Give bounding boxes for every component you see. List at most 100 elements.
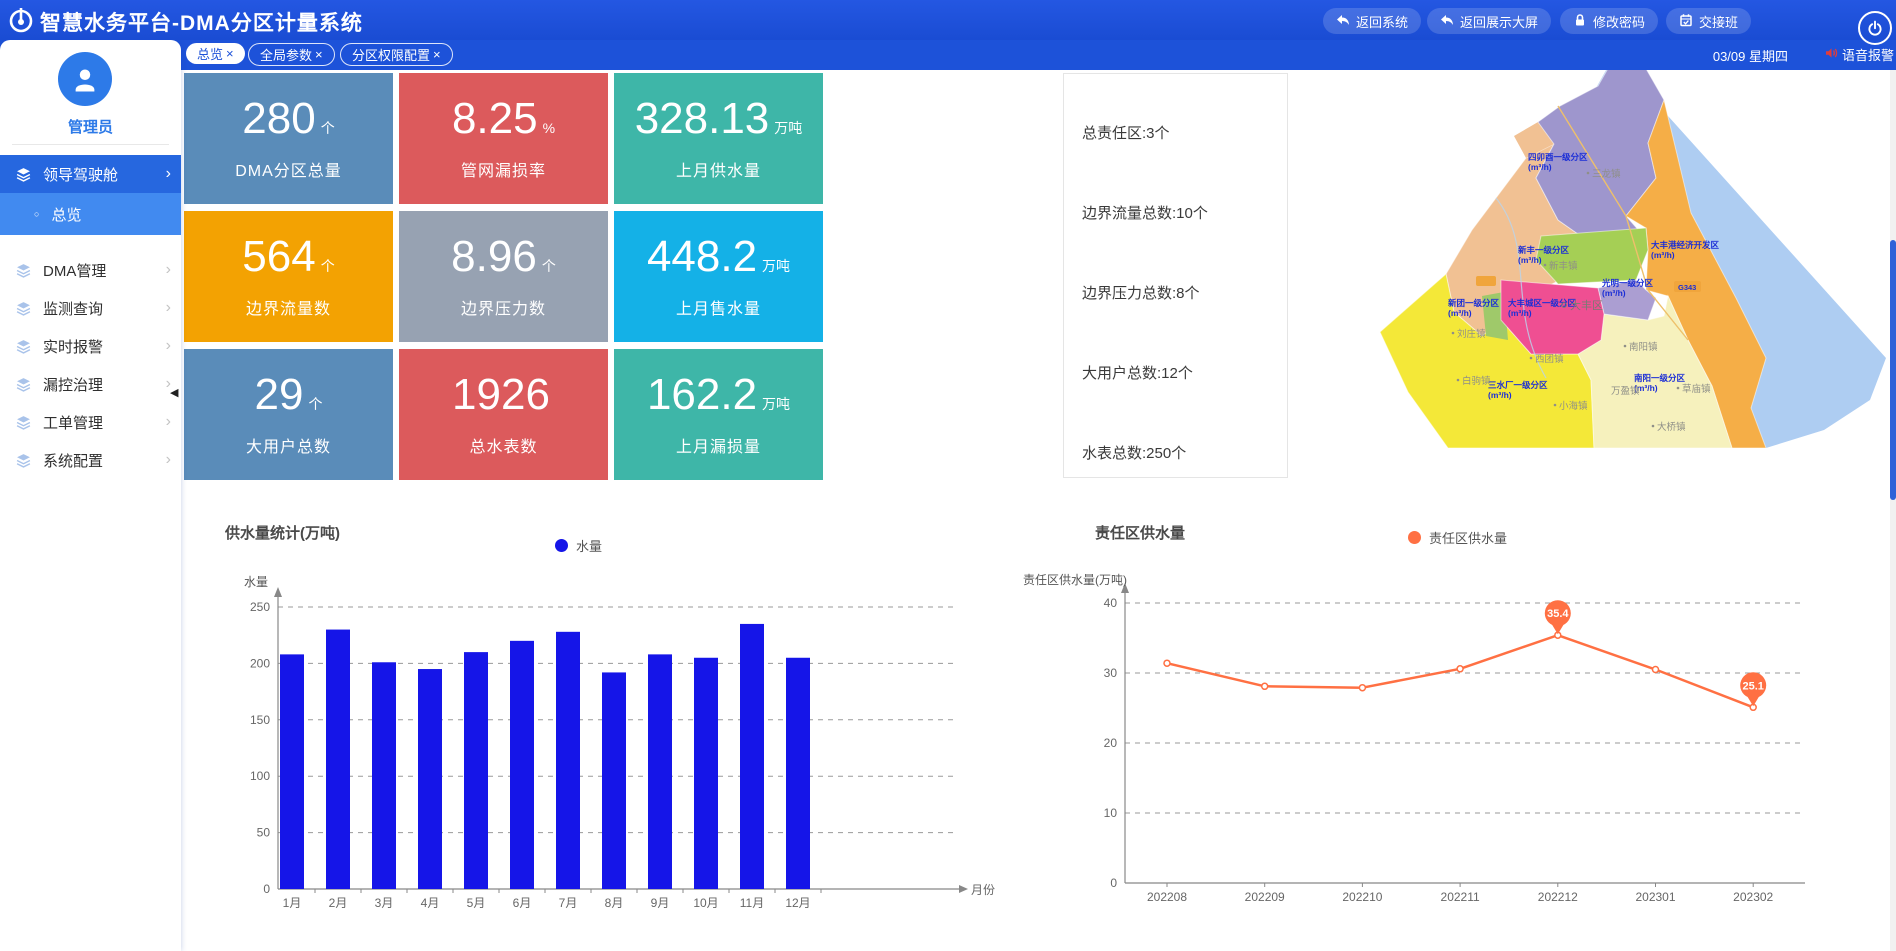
- line-chart-legend[interactable]: 责任区供水量: [1408, 528, 1507, 547]
- svg-text:8月: 8月: [605, 896, 624, 910]
- svg-text:0: 0: [263, 882, 270, 896]
- tab-overview[interactable]: 总览×: [186, 43, 245, 64]
- map-town-label: 草庙镇: [1682, 383, 1711, 395]
- bar-chart-title: 供水量统计(万吨): [225, 522, 340, 543]
- tab-global-params[interactable]: 全局参数×: [248, 43, 335, 66]
- map-road-badge-label: G343: [1678, 283, 1696, 292]
- svg-text:202210: 202210: [1342, 890, 1382, 904]
- map-region-unit: (m³/h): [1518, 255, 1542, 265]
- bar: [280, 654, 304, 889]
- map-road-badge: [1476, 276, 1496, 286]
- sidebar-item-workorder[interactable]: 工单管理 ›: [0, 403, 181, 441]
- svg-text:7月: 7月: [559, 896, 578, 910]
- svg-text:责任区供水量(万吨): 责任区供水量(万吨): [1023, 573, 1127, 587]
- stat-card-total-meters: 1926总水表数: [399, 349, 608, 480]
- sidebar-item-realtime-alarm[interactable]: 实时报警 ›: [0, 327, 181, 365]
- line-point: [1262, 683, 1268, 689]
- scrollbar-track[interactable]: [1890, 70, 1896, 951]
- back-to-system-button[interactable]: 返回系统: [1323, 8, 1421, 34]
- chevron-right-icon: ›: [166, 451, 171, 469]
- svg-text:50: 50: [257, 826, 271, 840]
- layers-icon: [16, 415, 31, 430]
- map-region-label: 大丰港经济开发区: [1651, 240, 1720, 250]
- svg-text:40: 40: [1104, 596, 1118, 610]
- layers-icon: [16, 301, 31, 316]
- tab-close-icon[interactable]: ×: [226, 46, 234, 61]
- svg-text:10月: 10月: [693, 896, 718, 910]
- stat-card-big-users: 29个大用户总数: [184, 349, 393, 480]
- svg-text:10: 10: [1104, 806, 1118, 820]
- svg-text:4月: 4月: [421, 896, 440, 910]
- svg-text:5月: 5月: [467, 896, 486, 910]
- voice-alarm[interactable]: 语音报警: [1824, 45, 1894, 64]
- app-header: 智慧水务平台-DMA分区计量系统 返回系统 返回展示大屏 修改密码 交接班: [0, 0, 1896, 40]
- user-icon: [70, 64, 100, 94]
- map-region-label: 四卯酉一级分区: [1528, 152, 1588, 162]
- power-icon: [1867, 20, 1883, 37]
- bar: [694, 658, 718, 889]
- svg-text:11月: 11月: [740, 896, 764, 910]
- svg-text:水量: 水量: [244, 575, 268, 589]
- bar: [740, 624, 764, 889]
- tab-zone-permission[interactable]: 分区权限配置×: [340, 43, 453, 66]
- line-point: [1457, 666, 1463, 672]
- map-region-unit: (m³/h): [1602, 288, 1626, 298]
- svg-text:100: 100: [250, 769, 270, 783]
- bar: [372, 662, 396, 889]
- map-region-xinfeng: [1536, 228, 1648, 284]
- chevron-right-icon: ›: [166, 299, 171, 317]
- sidebar-item-system-config[interactable]: 系统配置 ›: [0, 441, 181, 479]
- svg-text:250: 250: [250, 600, 270, 614]
- stat-card-boundary-flow: 564个边界流量数: [184, 211, 393, 342]
- line-point: [1359, 685, 1365, 691]
- layers-icon: [16, 167, 31, 182]
- sidebar-item-leak-control[interactable]: 漏控治理 ›: [0, 365, 181, 403]
- svg-text:20: 20: [1104, 736, 1118, 750]
- map-town-label: 三龙镇: [1592, 168, 1621, 180]
- map-region-label: 光明一级分区: [1601, 278, 1654, 288]
- legend-dot: [1408, 531, 1421, 544]
- svg-text:3月: 3月: [375, 896, 394, 910]
- sidebar-collapse-handle[interactable]: ◀: [170, 386, 178, 399]
- svg-text:25.1: 25.1: [1742, 680, 1763, 692]
- chevron-right-icon: ›: [166, 261, 171, 279]
- svg-text:202209: 202209: [1245, 890, 1285, 904]
- sidebar-item-monitor-query[interactable]: 监测查询 ›: [0, 289, 181, 327]
- tab-close-icon[interactable]: ×: [315, 47, 323, 62]
- map-region-unit: (m³/h): [1651, 250, 1675, 260]
- layers-icon: [16, 339, 31, 354]
- change-password-button[interactable]: 修改密码: [1560, 8, 1658, 34]
- map-town-label: 新丰镇: [1549, 260, 1578, 272]
- map-town-label: 白驹镇: [1462, 375, 1491, 387]
- summary-item: 大用户总数:12个: [1082, 362, 1282, 383]
- bar: [602, 672, 626, 889]
- chevron-right-icon: ›: [166, 413, 171, 431]
- shift-handover-button[interactable]: 交接班: [1666, 8, 1751, 34]
- map-region-label: 三水厂一级分区: [1488, 380, 1548, 390]
- map-region-unit: (m³/h): [1448, 308, 1472, 318]
- avatar[interactable]: [58, 52, 112, 106]
- svg-text:200: 200: [250, 656, 270, 670]
- tab-close-icon[interactable]: ×: [433, 47, 441, 62]
- user-name: 管理员: [0, 116, 181, 137]
- back-to-bigscreen-button[interactable]: 返回展示大屏: [1427, 8, 1551, 34]
- svg-text:150: 150: [250, 713, 270, 727]
- line-point: [1164, 660, 1170, 666]
- map-town-label: 南阳镇: [1629, 341, 1658, 353]
- map-town-label: 小海镇: [1559, 400, 1588, 412]
- stat-card-leak-lastmonth: 162.2万吨上月漏损量: [614, 349, 823, 480]
- summary-item: 水表总数:250个: [1082, 442, 1282, 463]
- district-map[interactable]: G343 四卯酉一级分区 (m³/h) 新丰一级分区 (m³/h) 新团一级分区…: [1296, 48, 1896, 468]
- bar: [510, 641, 534, 889]
- speaker-icon: [1824, 46, 1839, 63]
- bar: [418, 669, 442, 889]
- sidebar-item-dma[interactable]: DMA管理 ›: [0, 251, 181, 289]
- bar: [786, 658, 810, 889]
- sidebar-item-overview[interactable]: ○ 总览: [0, 193, 181, 235]
- power-button[interactable]: [1858, 11, 1892, 45]
- bar-chart-legend[interactable]: 水量: [555, 536, 602, 555]
- divider: [12, 144, 169, 145]
- scrollbar-thumb[interactable]: [1890, 240, 1896, 500]
- svg-text:35.4: 35.4: [1547, 608, 1569, 620]
- sidebar-item-cockpit[interactable]: 领导驾驶舱 ›: [0, 155, 181, 193]
